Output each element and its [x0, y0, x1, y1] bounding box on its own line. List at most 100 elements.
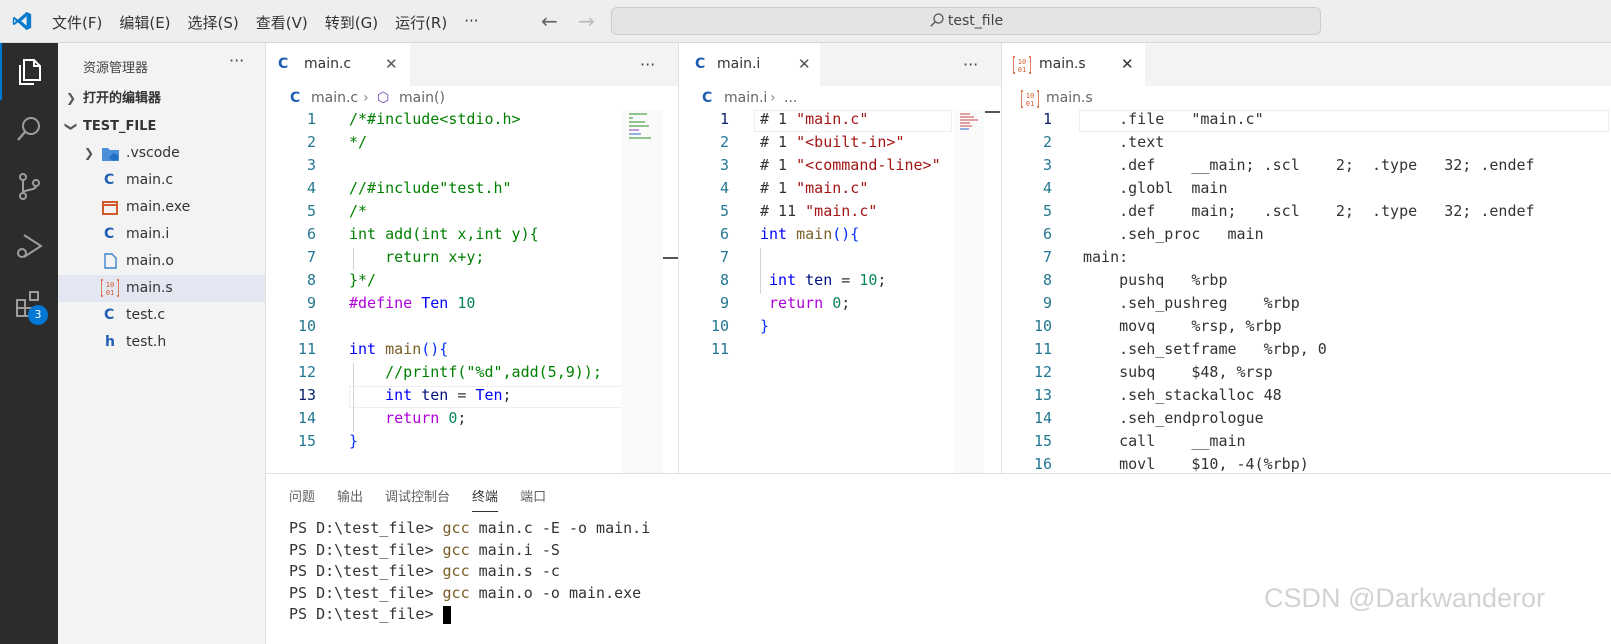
terminal-line: PS D:\test_file>	[289, 605, 650, 627]
tree-item-label: main.c	[126, 172, 174, 188]
terminal-args: main.o -o main.exe	[469, 583, 642, 602]
tab-main-c[interactable]: C main.c ✕	[266, 43, 410, 86]
line-number: 5	[1042, 202, 1052, 220]
forward-arrow-icon[interactable]: →	[578, 9, 595, 33]
line-number: 11	[1033, 340, 1052, 358]
code-line: /*	[349, 202, 368, 220]
search-icon	[930, 13, 944, 27]
line-number: 9	[719, 294, 729, 312]
explorer-icon[interactable]	[14, 56, 44, 86]
breadcrumb-symbol[interactable]: main()	[399, 86, 445, 110]
svg-text:10: 10	[106, 281, 114, 289]
tab-main-i[interactable]: C main.i ✕	[679, 43, 820, 86]
tree-item-main-i[interactable]: C main.i	[58, 221, 265, 248]
close-icon[interactable]: ✕	[1121, 43, 1134, 86]
line-number: 12	[1033, 363, 1052, 381]
tree-item-test-c[interactable]: C test.c	[58, 302, 265, 329]
line-number: 6	[306, 225, 316, 243]
code-line: */	[349, 133, 368, 151]
editor-more-button[interactable]: ···	[640, 55, 655, 74]
line-number: 7	[306, 248, 316, 266]
open-editors-label: 打开的编辑器	[83, 91, 162, 106]
code-line: //#include"test.h"	[349, 179, 512, 197]
close-icon[interactable]: ✕	[385, 43, 398, 86]
folder-section[interactable]: ❯ TEST_FILE	[58, 113, 265, 140]
run-debug-icon[interactable]	[14, 231, 44, 261]
line-number: 4	[1042, 179, 1052, 197]
nav-buttons: ← →	[541, 9, 609, 33]
code-line: int ten = Ten;	[385, 386, 512, 404]
tree-item-main-s[interactable]: 10 01 main.s	[58, 275, 265, 302]
line-number: 2	[1042, 133, 1052, 151]
tab-problems[interactable]: 问题	[289, 486, 315, 512]
line-number: 5	[306, 202, 316, 220]
terminal[interactable]: PS D:\test_file> gcc main.c -E -o main.i…	[289, 519, 650, 627]
tab-ports[interactable]: 端口	[520, 486, 546, 512]
activity-bar: 3	[0, 43, 58, 644]
breadcrumb-file[interactable]: main.i	[724, 86, 767, 110]
binary-file-icon: 10 01	[1021, 90, 1039, 108]
scrollbar-marker	[985, 111, 1000, 113]
code-line: }*/	[349, 271, 377, 289]
svg-text:10: 10	[1026, 92, 1034, 100]
folder-label: TEST_FILE	[83, 119, 157, 134]
code-line: }	[349, 432, 359, 450]
chevron-down-icon: ❯	[64, 121, 79, 132]
minimap[interactable]	[954, 110, 984, 473]
menu-selection[interactable]: 选择(S)	[188, 12, 239, 33]
tree-item-vscode[interactable]: ❯ .vscode	[58, 140, 265, 167]
line-number: 1	[306, 110, 316, 128]
breadcrumb-file[interactable]: main.c	[311, 86, 358, 110]
code-line: # 1 "<built-in>"	[760, 133, 905, 151]
command-center-search[interactable]: test_file	[611, 7, 1321, 35]
breadcrumb-file[interactable]: main.s	[1046, 86, 1093, 110]
terminal-line: PS D:\test_file> gcc main.i -S	[289, 541, 650, 563]
breadcrumb-more[interactable]: ...	[784, 86, 797, 110]
c-file-icon: C	[702, 90, 713, 106]
menu-edit[interactable]: 编辑(E)	[119, 12, 170, 33]
line-number: 15	[297, 432, 316, 450]
tab-label: main.c	[304, 56, 352, 72]
back-arrow-icon[interactable]: ←	[541, 9, 558, 33]
code-line: movq %rsp, %rbp	[1083, 317, 1282, 335]
menu-more[interactable]: ···	[464, 12, 478, 33]
menu-run[interactable]: 运行(R)	[395, 12, 447, 33]
tree-item-label: main.s	[126, 280, 173, 296]
menu-file[interactable]: 文件(F)	[52, 12, 102, 33]
line-number: 10	[710, 317, 729, 335]
terminal-prompt: PS D:\test_file>	[289, 540, 443, 559]
line-number: 8	[306, 271, 316, 289]
c-file-icon: C	[104, 226, 115, 242]
line-number: 14	[1033, 409, 1052, 427]
explorer-more-button[interactable]: ···	[229, 51, 244, 70]
explorer-title: 资源管理器	[83, 61, 149, 76]
tree-item-main-c[interactable]: C main.c	[58, 167, 265, 194]
terminal-line: PS D:\test_file> gcc main.c -E -o main.i	[289, 519, 650, 541]
watermark: CSDN @Darkwanderor	[1264, 583, 1545, 613]
open-editors-section[interactable]: ❯ 打开的编辑器	[58, 85, 265, 112]
source-control-icon[interactable]	[14, 171, 44, 201]
line-number-current: 1	[719, 110, 729, 128]
editor-more-button[interactable]: ···	[963, 55, 978, 74]
tree-item-test-h[interactable]: h test.h	[58, 329, 265, 356]
tab-debug-console[interactable]: 调试控制台	[385, 486, 450, 512]
menu-view[interactable]: 查看(V)	[256, 12, 308, 33]
line-number: 13	[1033, 386, 1052, 404]
scrollbar-marker	[663, 257, 678, 259]
menu-go[interactable]: 转到(G)	[325, 12, 378, 33]
code-line: call __main	[1083, 432, 1246, 450]
terminal-command: gcc	[442, 519, 470, 537]
minimap[interactable]	[621, 110, 663, 473]
terminal-args: main.c -E -o main.i	[469, 519, 651, 537]
line-number: 10	[297, 317, 316, 335]
search-icon[interactable]	[14, 114, 44, 144]
tab-bar: C main.i ✕ ···	[679, 43, 1001, 86]
vscode-logo-icon	[12, 11, 32, 31]
tree-item-main-exe[interactable]: main.exe	[58, 194, 265, 221]
tree-item-main-o[interactable]: main.o	[58, 248, 265, 275]
tab-main-s[interactable]: 10 01 main.s ✕	[1002, 43, 1145, 86]
tab-terminal[interactable]: 终端	[472, 486, 499, 512]
tab-output[interactable]: 输出	[337, 486, 363, 512]
close-icon[interactable]: ✕	[798, 43, 811, 86]
extensions-badge: 3	[28, 305, 48, 325]
